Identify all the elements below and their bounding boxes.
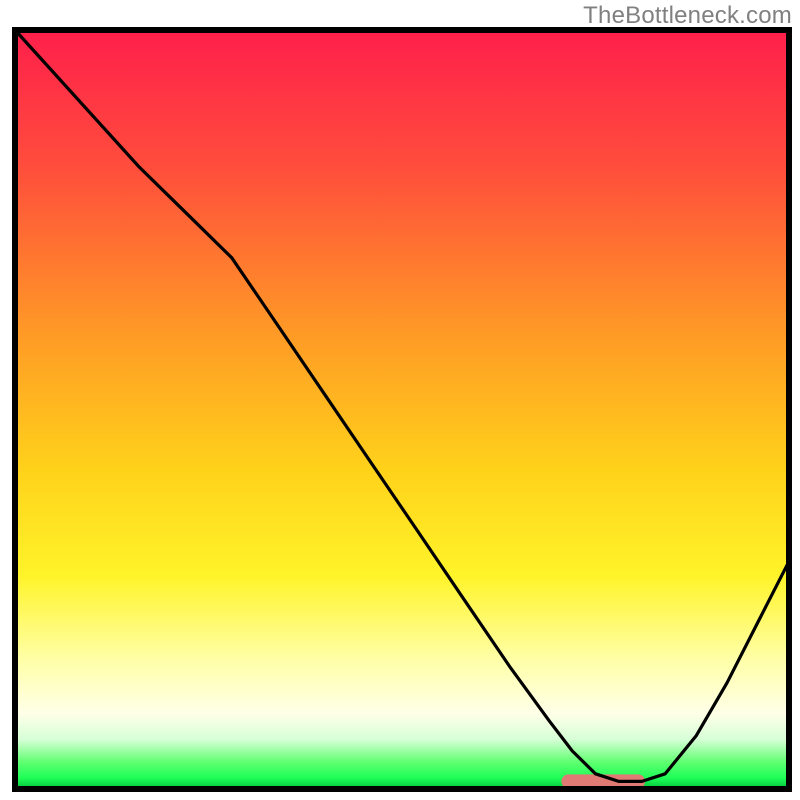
bottleneck-chart <box>0 0 800 800</box>
chart-container: TheBottleneck.com <box>0 0 800 800</box>
gradient-background <box>15 30 789 789</box>
watermark-text: TheBottleneck.com <box>583 2 792 30</box>
